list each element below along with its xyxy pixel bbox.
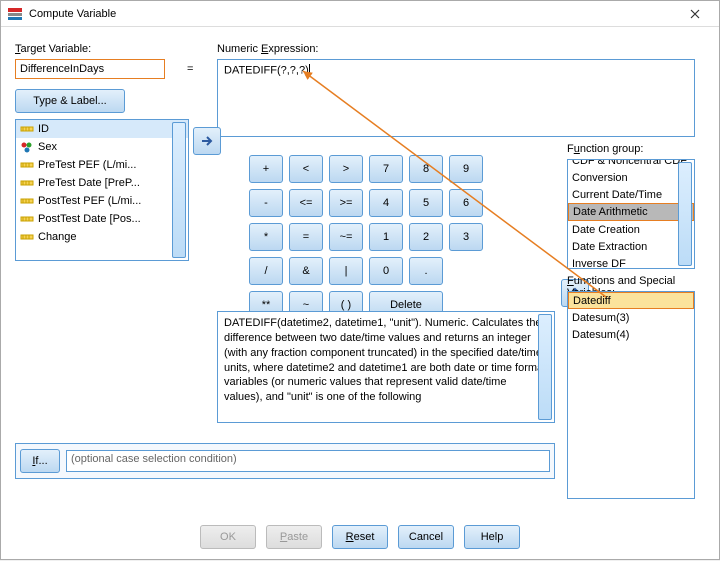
function-group-item[interactable]: CDF & Noncentral CDF [568, 159, 694, 169]
reset-button[interactable]: Reset [332, 525, 388, 549]
arrow-right-icon [200, 135, 214, 147]
variable-item[interactable]: PostTest Date [Pos... [16, 210, 188, 228]
cancel-button[interactable]: Cancel [398, 525, 454, 549]
function-item[interactable]: Datesum(3) [568, 309, 694, 326]
keypad: +<>789-<=>=456*=~=123/&|0.**~( )Delete [249, 155, 483, 325]
keypad-[interactable]: >= [329, 189, 363, 217]
type-label-button[interactable]: Type & Label... [15, 89, 125, 113]
numeric-expression-label: Numeric Expression: [217, 43, 319, 55]
keypad-7[interactable]: 7 [369, 155, 403, 183]
paste-button[interactable]: Paste [266, 525, 322, 549]
titlebar: Compute Variable [1, 1, 719, 27]
if-button[interactable]: If... [20, 449, 60, 473]
function-group-item[interactable]: Date Arithmetic [568, 203, 694, 221]
keypad-8[interactable]: 8 [409, 155, 443, 183]
variable-label: PostTest PEF (L/mi... [38, 195, 141, 207]
scrollbar[interactable] [538, 314, 552, 420]
function-group-item[interactable]: Current Date/Time [568, 186, 694, 203]
variable-label: Change [38, 231, 77, 243]
function-description: DATEDIFF(datetime2, datetime1, "unit"). … [217, 311, 555, 423]
variable-item[interactable]: Change [16, 228, 188, 246]
ruler-icon [20, 212, 34, 226]
if-condition-row: If... (optional case selection condition… [15, 443, 555, 479]
scrollbar[interactable] [678, 162, 692, 266]
close-icon [690, 9, 700, 19]
keypad-[interactable]: = [289, 223, 323, 251]
move-to-expression-button[interactable] [193, 127, 221, 155]
ruler-icon [20, 158, 34, 172]
expression-input[interactable]: DATEDIFF(?,?,?) [217, 59, 695, 137]
keypad-9[interactable]: 9 [449, 155, 483, 183]
function-group-item[interactable]: Conversion [568, 169, 694, 186]
keypad-4[interactable]: 4 [369, 189, 403, 217]
keypad-[interactable]: <= [289, 189, 323, 217]
if-condition-input[interactable]: (optional case selection condition) [66, 450, 550, 472]
equals-label: = [187, 63, 193, 75]
nominal-icon [20, 140, 34, 154]
app-icon [7, 6, 23, 22]
variable-item[interactable]: ID [16, 120, 188, 138]
ok-button[interactable]: OK [200, 525, 256, 549]
variable-label: Sex [38, 141, 57, 153]
keypad-[interactable]: * [249, 223, 283, 251]
keypad-[interactable]: ~= [329, 223, 363, 251]
keypad-[interactable]: | [329, 257, 363, 285]
scrollbar[interactable] [172, 122, 186, 258]
keypad-[interactable]: . [409, 257, 443, 285]
variable-label: PreTest PEF (L/mi... [38, 159, 136, 171]
window-title: Compute Variable [29, 8, 677, 20]
help-button[interactable]: Help [464, 525, 520, 549]
keypad-[interactable]: > [329, 155, 363, 183]
keypad-2[interactable]: 2 [409, 223, 443, 251]
keypad-5[interactable]: 5 [409, 189, 443, 217]
variable-list[interactable]: ID Sex PreTest PEF (L/mi... PreTest Date [P… [15, 119, 189, 261]
function-item[interactable]: Datediff [568, 292, 694, 309]
ruler-icon [20, 122, 34, 136]
close-button[interactable] [677, 3, 713, 25]
variable-label: PostTest Date [Pos... [38, 213, 141, 225]
function-group-label: Function group: [567, 143, 643, 155]
ruler-icon [20, 194, 34, 208]
ruler-icon [20, 176, 34, 190]
keypad-1[interactable]: 1 [369, 223, 403, 251]
function-group-list[interactable]: CDF & Noncentral CDFConversionCurrent Da… [567, 159, 695, 269]
variable-item[interactable]: PreTest Date [PreP... [16, 174, 188, 192]
keypad-3[interactable]: 3 [449, 223, 483, 251]
function-group-item[interactable]: Date Creation [568, 221, 694, 238]
target-variable-label: Target Variable: [15, 43, 91, 55]
keypad-[interactable]: - [249, 189, 283, 217]
keypad-[interactable]: & [289, 257, 323, 285]
function-group-item[interactable]: Inverse DF [568, 255, 694, 269]
keypad-[interactable]: + [249, 155, 283, 183]
keypad-[interactable]: / [249, 257, 283, 285]
ruler-icon [20, 230, 34, 244]
functions-list[interactable]: DatediffDatesum(3)Datesum(4) [567, 291, 695, 499]
function-group-item[interactable]: Date Extraction [568, 238, 694, 255]
variable-item[interactable]: PostTest PEF (L/mi... [16, 192, 188, 210]
keypad-0[interactable]: 0 [369, 257, 403, 285]
target-variable-input[interactable] [15, 59, 165, 79]
variable-label: ID [38, 123, 49, 135]
keypad-[interactable]: < [289, 155, 323, 183]
function-item[interactable]: Datesum(4) [568, 326, 694, 343]
compute-variable-dialog: Compute Variable Target Variable: = Type… [0, 0, 720, 560]
dialog-button-row: OK Paste Reset Cancel Help [1, 525, 719, 549]
variable-item[interactable]: Sex [16, 138, 188, 156]
variable-item[interactable]: PreTest PEF (L/mi... [16, 156, 188, 174]
variable-label: PreTest Date [PreP... [38, 177, 140, 189]
keypad-6[interactable]: 6 [449, 189, 483, 217]
